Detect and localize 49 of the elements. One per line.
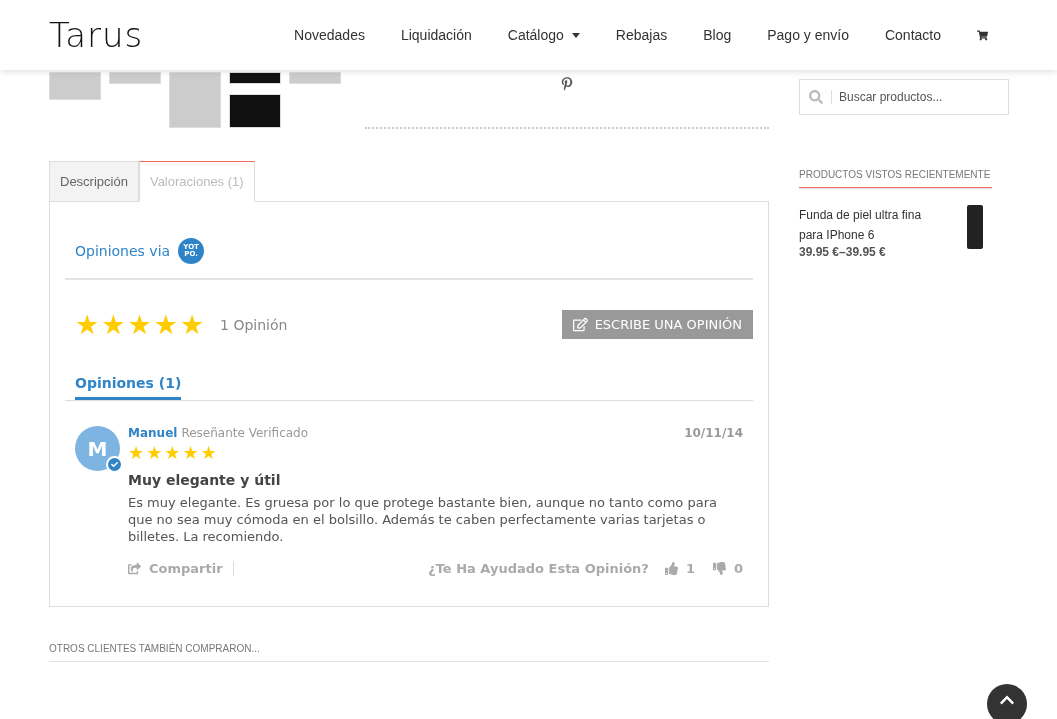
- star-icon: ★: [101, 311, 126, 338]
- star-icon: ★: [128, 444, 145, 462]
- nav-link[interactable]: Liquidación: [400, 27, 472, 43]
- review-count: 1 Opinión: [220, 316, 288, 333]
- nav-link[interactable]: Blog: [703, 27, 732, 43]
- downvote-count: 0: [733, 561, 743, 576]
- nav-link[interactable]: Pago y envío: [767, 27, 849, 43]
- review-title: Muy elegante y útil: [128, 472, 282, 488]
- pinterest-icon[interactable]: [560, 77, 574, 91]
- star-icon: ★: [127, 311, 152, 338]
- upvote-count: 1: [685, 561, 695, 576]
- section-title: OTROS CLIENTES TAMBIÉN COMPRARON...: [49, 643, 267, 662]
- cart-icon[interactable]: [977, 29, 988, 41]
- star-icon: ★: [200, 444, 217, 462]
- search-field[interactable]: Buscar productos...: [799, 79, 1009, 115]
- star-icon: ★: [164, 444, 181, 462]
- star-icon: ★: [179, 311, 205, 338]
- reviewer-role: Reseñante Verificado: [181, 426, 309, 440]
- nav-link[interactable]: Contacto: [884, 27, 941, 43]
- nav-link[interactable]: Novedades: [294, 27, 365, 43]
- nav-link[interactable]: Rebajas: [615, 27, 668, 43]
- star-icon: ★: [75, 311, 100, 338]
- thumbs-down-icon[interactable]: [712, 562, 726, 575]
- product-thumbnail[interactable]: [289, 72, 341, 84]
- product-thumbnail[interactable]: [169, 72, 221, 128]
- product-link[interactable]: Funda de piel ultra fina para IPhone 6: [799, 205, 939, 245]
- edit-icon: [572, 317, 588, 332]
- share-icon[interactable]: [128, 562, 141, 575]
- nav-link[interactable]: Catálogo: [507, 27, 580, 43]
- product-thumbnail[interactable]: [109, 72, 161, 84]
- review-text: Es muy elegante. Es gruesa por lo que protege bastante bien, aunque no tanto como para que no sea muy cómoda en el bolsillo. Además te caben perfectamente varias tarjetas o billetes. La recomiendo.: [128, 494, 718, 545]
- product-price: 39.95 €–39.95 €: [799, 245, 887, 259]
- widget-title: PRODUCTOS VISTOS RECIENTEMENTE: [799, 169, 992, 189]
- star-icon: ★: [182, 444, 199, 462]
- avatar: M: [75, 426, 120, 471]
- author-name: Manuel: [128, 426, 178, 440]
- review-date: 10/11/14: [684, 426, 743, 440]
- scroll-top-button[interactable]: [987, 684, 1027, 719]
- tab[interactable]: Descripción: [49, 161, 139, 202]
- helpful-question: ¿Te Ha Ayudado Esta Opinión?: [428, 561, 649, 576]
- star-icon: ★: [146, 444, 163, 462]
- thumbs-up-icon[interactable]: [664, 562, 678, 575]
- site-logo[interactable]: Tarus: [49, 15, 144, 55]
- product-thumbnail[interactable]: [229, 72, 281, 84]
- product-thumbnail[interactable]: [229, 94, 281, 128]
- product-thumbnail[interactable]: [49, 72, 101, 100]
- star-icon: ★: [153, 311, 178, 338]
- search-icon: [809, 90, 832, 104]
- reviews-title: Opiniones via: [75, 243, 171, 259]
